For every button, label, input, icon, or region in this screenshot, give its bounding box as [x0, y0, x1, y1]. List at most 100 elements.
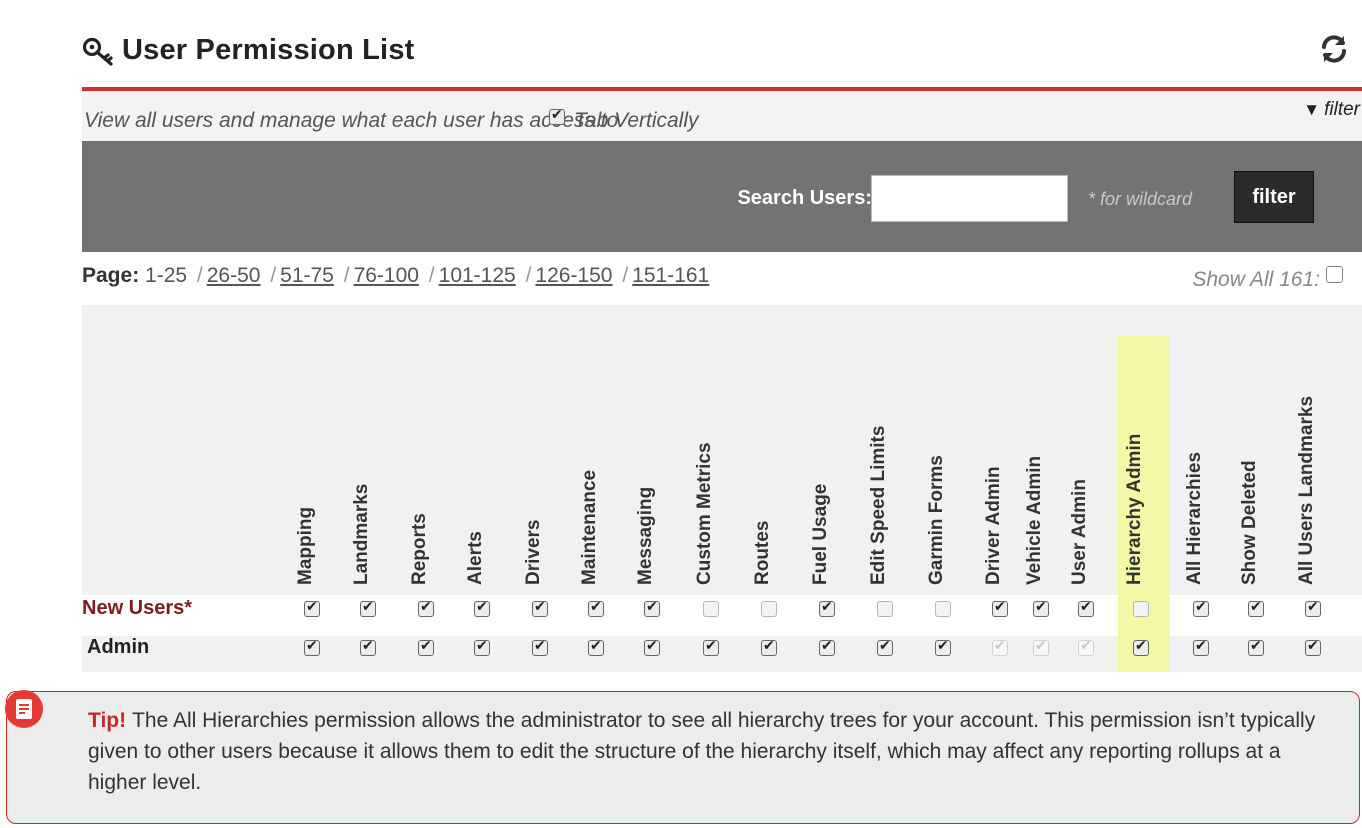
column-header-area [82, 305, 1362, 595]
page-separator: / [270, 264, 277, 287]
permission-checkbox[interactable] [474, 638, 490, 656]
permission-checkbox[interactable] [877, 601, 893, 617]
filter-button[interactable]: filter [1234, 171, 1314, 223]
column-header-label: Drivers [523, 519, 544, 586]
permission-checkbox[interactable] [304, 599, 320, 617]
permission-checkbox[interactable] [588, 599, 604, 617]
permission-checkbox[interactable] [992, 599, 1008, 617]
permission-checkbox[interactable] [819, 638, 835, 656]
column-header-label: Mapping [295, 506, 316, 585]
column-header-label: Maintenance [579, 469, 600, 585]
permission-checkbox[interactable] [703, 638, 719, 656]
page-separator: / [196, 264, 203, 287]
page-separator: / [428, 264, 435, 287]
column-header-label: Reports [409, 513, 430, 585]
permission-checkbox[interactable] [474, 599, 490, 617]
permission-checkbox[interactable] [360, 599, 376, 617]
search-panel: Search Users: * for wildcard filter [82, 141, 1362, 252]
pagination: Page: 1-25 /26-50 /51-75 /76-100 /101-12… [82, 264, 709, 288]
page-separator: / [525, 264, 532, 287]
permission-checkbox[interactable] [644, 638, 660, 656]
permission-checkbox[interactable] [1033, 638, 1049, 656]
tip-callout: Tip! The All Hierarchies permission allow… [5, 690, 1360, 824]
permission-checkbox[interactable] [418, 599, 434, 617]
permission-checkbox[interactable] [1193, 599, 1209, 617]
page-link[interactable]: 151-161 [632, 264, 709, 287]
funnel-icon: ▼ [1303, 100, 1321, 119]
column-header-label: Show Deleted [1239, 460, 1260, 585]
column-header-label: All Users Landmarks [1296, 395, 1317, 585]
permission-checkbox[interactable] [1078, 599, 1094, 617]
page-separator: / [343, 264, 350, 287]
page-title: User Permission List [122, 34, 415, 66]
column-header-label: Routes [752, 520, 773, 585]
permission-checkbox[interactable] [1133, 638, 1149, 656]
permission-checkbox[interactable] [360, 638, 376, 656]
permission-checkbox[interactable] [935, 601, 951, 617]
column-header-label: All Hierarchies [1184, 451, 1205, 585]
row-background [82, 598, 1362, 634]
tip-heading: Tip! [88, 709, 127, 732]
column-header-label: Garmin Forms [926, 455, 947, 585]
permission-checkbox[interactable] [588, 638, 604, 656]
tab-vertically-checkbox[interactable] [549, 107, 565, 125]
show-all-checkbox[interactable] [1326, 266, 1343, 283]
permission-checkbox[interactable] [532, 638, 548, 656]
tip-text: Tip! The All Hierarchies permission allow… [88, 705, 1328, 798]
wildcard-hint: * for wildcard [1088, 189, 1193, 209]
column-header-label: Vehicle Admin [1024, 455, 1045, 585]
column-header-label: Alerts [465, 531, 486, 585]
filter-link-label: filter [1324, 99, 1360, 120]
title-bar: User Permission List [82, 28, 1362, 84]
show-all-label: Show All 161: [1192, 268, 1320, 291]
page-separator: / [622, 264, 629, 287]
permission-checkbox[interactable] [1305, 599, 1321, 617]
permission-checkbox[interactable] [532, 599, 548, 617]
permission-checkbox[interactable] [1078, 638, 1094, 656]
column-header-label: Custom Metrics [694, 442, 715, 585]
search-users-label: Search Users: [737, 187, 872, 209]
search-users-input[interactable] [871, 175, 1068, 222]
permission-checkbox[interactable] [1033, 599, 1049, 617]
permission-checkbox[interactable] [819, 599, 835, 617]
permission-checkbox[interactable] [761, 601, 777, 617]
permission-checkbox[interactable] [304, 638, 320, 656]
page-label: Page: [82, 264, 140, 287]
tab-vertically-label: Tab Vertically [574, 109, 699, 132]
subheader-bar: View all users and manage what each user… [82, 91, 1362, 141]
permission-checkbox[interactable] [1248, 638, 1264, 656]
row-user-name: New Users* [82, 597, 193, 619]
key-icon [82, 37, 113, 66]
permission-checkbox[interactable] [992, 638, 1008, 656]
permission-checkbox[interactable] [703, 601, 719, 617]
column-header-label: Hierarchy Admin [1124, 433, 1145, 585]
refresh-icon[interactable] [1320, 34, 1348, 64]
note-icon [5, 690, 43, 728]
column-header-label: Edit Speed Limits [868, 425, 889, 585]
row-user-name: Admin [87, 636, 150, 658]
page-link[interactable]: 101-125 [439, 264, 516, 287]
column-header-label: Fuel Usage [810, 483, 831, 585]
page-link[interactable]: 126-150 [535, 264, 612, 287]
permission-checkbox[interactable] [644, 599, 660, 617]
page-link[interactable]: 51-75 [280, 264, 334, 287]
filter-toggle-link[interactable]: ▼ filter [1303, 99, 1360, 121]
permission-checkbox[interactable] [1248, 599, 1264, 617]
permission-checkbox[interactable] [1193, 638, 1209, 656]
permission-checkbox[interactable] [418, 638, 434, 656]
current-page: 1-25 [145, 264, 188, 287]
permission-checkbox[interactable] [877, 638, 893, 656]
description-text: View all users and manage what each user… [84, 109, 625, 132]
permission-checkbox[interactable] [935, 638, 951, 656]
tip-body: The All Hierarchies permission allows th… [88, 709, 1316, 794]
permission-checkbox[interactable] [761, 638, 777, 656]
column-header-label: User Admin [1069, 479, 1090, 585]
column-header-label: Landmarks [351, 483, 372, 585]
permission-checkbox[interactable] [1305, 638, 1321, 656]
permission-checkbox[interactable] [1133, 601, 1149, 617]
column-header-label: Messaging [635, 486, 656, 585]
page-link[interactable]: 26-50 [207, 264, 261, 287]
column-header-label: Driver Admin [983, 466, 1004, 585]
row-background [82, 636, 1362, 672]
page-link[interactable]: 76-100 [354, 264, 419, 287]
